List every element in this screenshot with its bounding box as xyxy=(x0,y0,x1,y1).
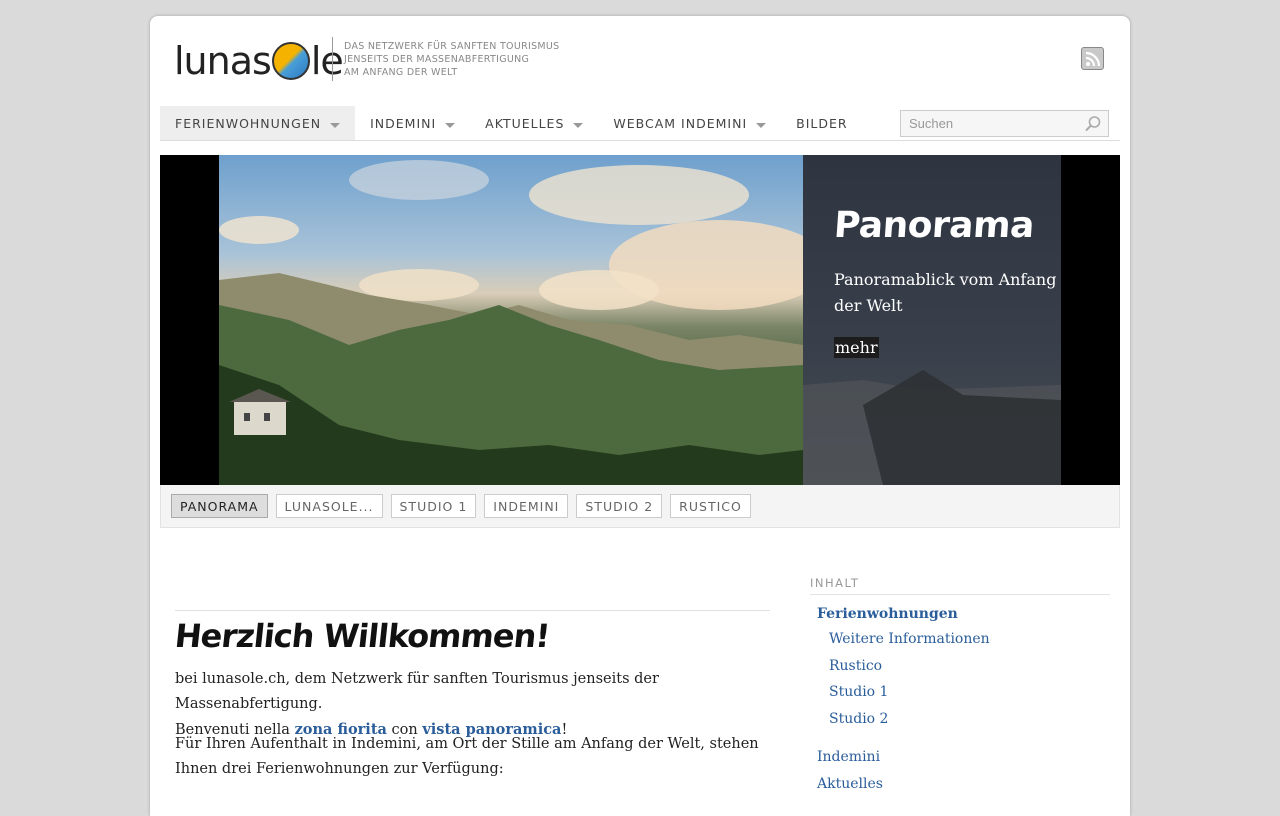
intro-text: bei lunasole.ch, dem Netzwerk für sanfte… xyxy=(175,671,659,712)
chevron-down-icon xyxy=(330,122,341,128)
nav-item-label: BILDER xyxy=(796,115,848,131)
content-divider xyxy=(175,610,770,611)
slider-tab-lunasole[interactable]: LUNASOLE... xyxy=(275,494,383,518)
nav-item-label: AKTUELLES xyxy=(485,115,565,131)
chevron-down-icon xyxy=(445,122,456,128)
page-title: Herzlich Willkommen! xyxy=(173,617,552,655)
slide-more-link[interactable]: mehr xyxy=(834,337,879,358)
sidebar-item-indemini[interactable]: Indemini xyxy=(817,749,880,765)
sidebar-divider xyxy=(810,594,1110,595)
slide-title: Panorama xyxy=(832,205,1036,246)
slider-tab-studio-2[interactable]: STUDIO 2 xyxy=(576,494,663,518)
logo-sun-moon-icon xyxy=(271,42,310,80)
tagline-line: JENSEITS DER MASSENABFERTIGUNG xyxy=(344,54,530,65)
logo-divider xyxy=(332,37,333,81)
chevron-down-icon xyxy=(573,122,584,128)
rss-feed-icon[interactable] xyxy=(1081,47,1104,70)
nav-item-label: FERIENWOHNUNGEN xyxy=(175,115,322,131)
tagline-line: AM ANFANG DER WELT xyxy=(344,67,458,78)
slide-description: Panoramablick vom Anfang der Welt xyxy=(834,270,1057,315)
logo-text-end: le xyxy=(310,39,344,83)
slider-tab-studio-1[interactable]: STUDIO 1 xyxy=(390,494,477,518)
nav-item-bilder[interactable]: BILDER xyxy=(781,106,862,140)
slide-caption-panel: Panorama Panoramablick vom Anfang der We… xyxy=(803,155,1061,485)
sidebar-item-weitere-informationen[interactable]: Weitere Informationen xyxy=(829,631,990,647)
nav-item-ferienwohnungen[interactable]: FERIENWOHNUNGEN xyxy=(160,106,356,140)
nav-item-label: WEBCAM INDEMINI xyxy=(613,115,748,131)
search-box xyxy=(900,110,1109,137)
search-icon[interactable] xyxy=(1084,115,1102,137)
slider-tab-panorama[interactable]: PANORAMA xyxy=(171,494,268,518)
logo-text: lunas le xyxy=(174,39,344,83)
chevron-down-icon xyxy=(756,122,767,128)
nav-item-indemini[interactable]: INDEMINI xyxy=(355,106,470,140)
main-navigation: FERIENWOHNUNGEN INDEMINI AKTUELLES WEBCA… xyxy=(160,106,1120,141)
featured-slider: Panorama Panoramablick vom Anfang der We… xyxy=(160,155,1120,485)
sidebar-item-aktuelles[interactable]: Aktuelles xyxy=(817,776,883,792)
site-logo[interactable]: lunas le xyxy=(174,38,344,84)
site-tagline: DAS NETZWERK FÜR SANFTEN TOURISMUS JENSE… xyxy=(344,40,560,79)
apartments-paragraph: Für Ihren Aufenthalt in Indemini, am Ort… xyxy=(175,736,759,777)
nav-item-webcam-indemini[interactable]: WEBCAM INDEMINI xyxy=(598,106,781,140)
nav-item-label: INDEMINI xyxy=(370,115,437,131)
sidebar-item-studio-1[interactable]: Studio 1 xyxy=(829,684,888,700)
sidebar-item-studio-2[interactable]: Studio 2 xyxy=(829,711,888,727)
nav-item-aktuelles[interactable]: AKTUELLES xyxy=(470,106,598,140)
sidebar-heading: INHALT xyxy=(810,576,860,590)
tagline-line: DAS NETZWERK FÜR SANFTEN TOURISMUS xyxy=(344,41,560,52)
logo-text-start: lunas xyxy=(174,39,272,83)
search-input[interactable] xyxy=(901,111,1081,136)
slider-tab-rustico[interactable]: RUSTICO xyxy=(670,494,751,518)
slide-image-panorama[interactable] xyxy=(219,155,803,485)
sidebar-item-rustico[interactable]: Rustico xyxy=(829,658,882,674)
slider-tabs: PANORAMA LUNASOLE... STUDIO 1 INDEMINI S… xyxy=(160,485,1120,528)
page-container: lunas le DAS NETZWERK FÜR SANFTEN TOURIS… xyxy=(150,16,1130,816)
slider-tab-indemini[interactable]: INDEMINI xyxy=(484,494,569,518)
sidebar-item-ferienwohnungen[interactable]: Ferienwohnungen xyxy=(817,606,958,622)
